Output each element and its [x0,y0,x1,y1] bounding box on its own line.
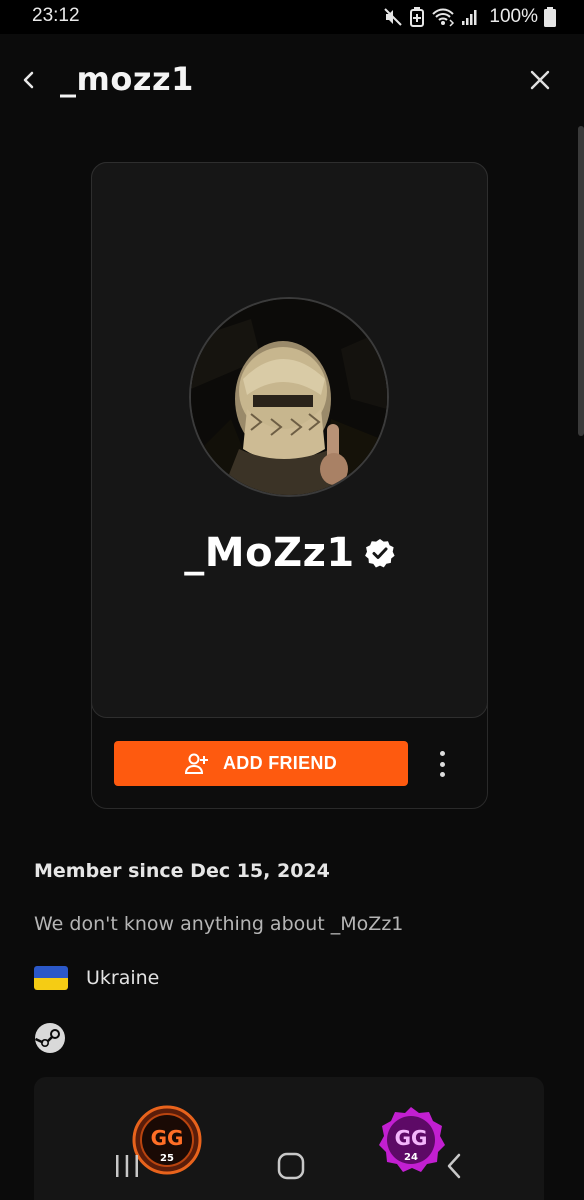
battery-icon [544,7,556,27]
about-text: We don't know anything about _MoZz1 [34,913,404,935]
ukraine-flag-icon [34,966,68,990]
country-row: Ukraine [34,966,159,990]
more-dot-icon [439,751,445,756]
status-bar: 23:12 100% [0,0,584,34]
member-since: Member since Dec 15, 2024 [34,860,330,882]
close-button[interactable] [526,66,554,94]
back-button[interactable] [14,66,42,94]
verified-badge-icon [364,539,395,568]
page-title: _mozz1 [60,60,194,98]
steam-icon[interactable] [34,1022,66,1054]
avatar [189,297,389,497]
country-name: Ukraine [86,967,160,989]
battery-percentage: 100% [489,6,538,27]
mute-icon [384,8,403,26]
close-icon [530,70,550,90]
display-name: _MoZz1 [184,530,355,576]
add-user-icon [185,753,208,774]
signal-icon [462,10,477,25]
more-options-button[interactable] [432,748,452,780]
add-friend-label: ADD FRIEND [223,753,337,773]
recent-apps-icon[interactable] [113,1153,141,1179]
status-icons: 100% [383,6,556,28]
battery-saver-icon [410,7,425,27]
home-icon[interactable] [277,1152,305,1180]
scrollbar[interactable] [578,126,584,436]
app-header: _mozz1 [0,34,584,126]
more-dot-icon [439,761,445,767]
display-name-row: _MoZz1 [91,530,488,576]
add-friend-button[interactable]: ADD FRIEND [114,741,408,786]
status-time: 23:12 [32,5,80,26]
chevron-left-icon [23,71,34,89]
nav-back-icon[interactable] [443,1152,465,1180]
more-dot-icon [439,772,445,777]
system-nav-bar [0,1140,584,1200]
wifi-icon [432,8,455,27]
